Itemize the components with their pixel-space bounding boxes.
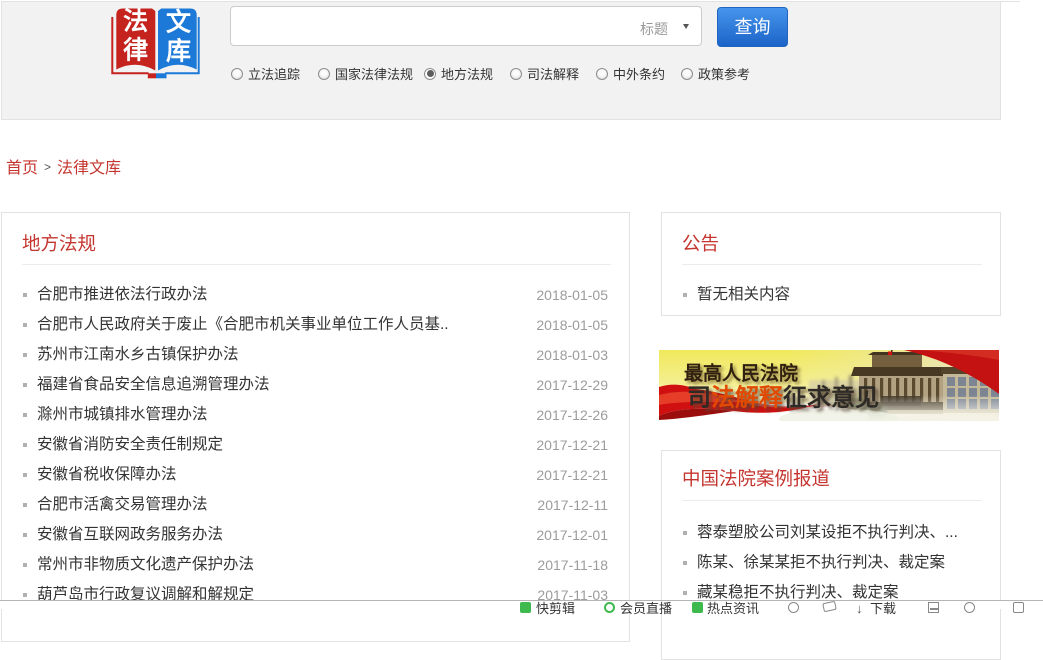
svg-text:最高人民法院: 最高人民法院 [684, 362, 798, 385]
svg-text:文: 文 [166, 8, 192, 37]
svg-text:法: 法 [123, 8, 148, 36]
svg-text:司法解释征求意见: 司法解释征求意见 [687, 384, 879, 412]
svg-text:律: 律 [123, 37, 148, 65]
svg-text:库: 库 [166, 38, 191, 66]
